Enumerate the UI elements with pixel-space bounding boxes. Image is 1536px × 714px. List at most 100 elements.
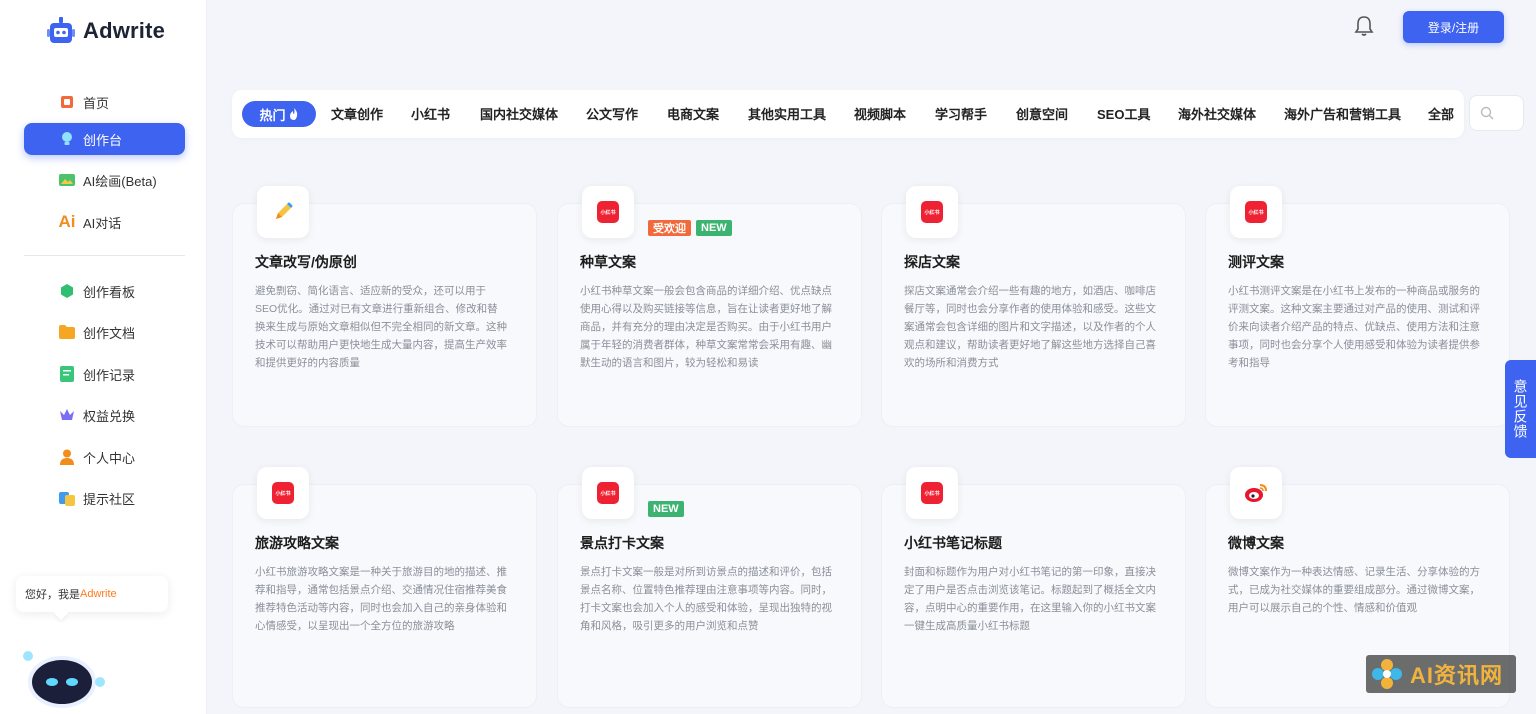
community-icon (59, 490, 75, 506)
ai-chat-icon: Ai (58, 212, 76, 231)
notification-bell-icon[interactable] (1352, 14, 1376, 38)
sidebar-item-creation[interactable]: 创作台 (24, 123, 185, 155)
card-title: 文章改写/伪原创 (255, 254, 357, 270)
card-travel-guide[interactable]: 小红书 旅游攻略文案 小红书旅游攻略文案是一种关于旅游目的地的描述、推荐和指导，… (232, 467, 537, 708)
sidebar-item-dashboard[interactable]: 创作看板 (24, 275, 185, 307)
new-badge: NEW (696, 220, 732, 236)
new-badge: NEW (648, 501, 684, 517)
app-name: Adwrite (83, 18, 166, 43)
xiaohongshu-icon: 小红书 (906, 186, 958, 238)
card-description: 避免剽窃、简化语言、适应新的受众，还可以用于SEO优化。通过对已有文章进行重新组… (255, 285, 507, 369)
card-title: 微博文案 (1228, 535, 1284, 551)
sidebar-item-label: AI对话 (83, 215, 122, 231)
pen-icon (257, 186, 309, 238)
sidebar-item-ai-chat[interactable]: Ai AI对话 (24, 206, 185, 238)
sidebar-item-rewards[interactable]: 权益兑换 (24, 399, 185, 431)
card-title: 种草文案 (580, 254, 636, 270)
tab-overseas-ads[interactable]: 海外广告和营销工具 (1284, 104, 1401, 123)
sidebar-item-label: 创作文档 (83, 325, 136, 341)
sidebar-item-ai-drawing[interactable]: AI绘画(Beta) (24, 164, 185, 196)
bulb-icon (59, 131, 75, 147)
tab-xiaohongshu[interactable]: 小红书 (411, 104, 450, 123)
tab-hot[interactable]: 热门 (242, 101, 316, 127)
dashboard-icon (59, 283, 75, 299)
card-title: 测评文案 (1228, 254, 1284, 270)
sidebar-divider (24, 255, 185, 256)
folder-icon (59, 324, 75, 340)
sidebar-item-label: 创作看板 (83, 284, 136, 300)
card-article-rewrite[interactable]: 文章改写/伪原创 避免剽窃、简化语言、适应新的受众，还可以用于SEO优化。通过对… (232, 186, 537, 427)
xiaohongshu-icon: 小红书 (582, 186, 634, 238)
card-description: 小红书旅游攻略文案是一种关于旅游目的地的描述、推荐和指导，通常包括景点介绍、交通… (255, 566, 507, 632)
card-title: 探店文案 (904, 254, 960, 270)
tab-all[interactable]: 全部 (1428, 104, 1454, 123)
card-description: 小红书种草文案一般会包含商品的详细介绍、优点缺点使用心得以及购买链接等信息，旨在… (580, 285, 832, 369)
card-seeding-copy[interactable]: 小红书 受欢迎 NEW 种草文案 小红书种草文案一般会包含商品的详细介绍、优点缺… (557, 186, 862, 427)
tab-label: 热门 (259, 107, 286, 123)
card-badges: NEW (648, 501, 684, 517)
crown-icon (59, 407, 75, 423)
sidebar-item-home[interactable]: 首页 (24, 86, 185, 118)
watermark-text: AI资讯网 (1410, 663, 1504, 688)
sidebar-item-profile[interactable]: 个人中心 (24, 441, 185, 473)
tab-creative-space[interactable]: 创意空间 (1016, 104, 1068, 123)
sidebar-item-community[interactable]: 提示社区 (24, 482, 185, 514)
card-description: 微博文案作为一种表达情感、记录生活、分享体验的方式，已成为社交媒体的重要组成部分… (1228, 566, 1480, 614)
card-description: 探店文案通常会介绍一些有趣的地方，如酒店、咖啡店餐厅等，同时也会分享作者的使用体… (904, 285, 1156, 369)
record-icon (59, 366, 75, 382)
sidebar-item-label: 创作记录 (83, 367, 136, 383)
card-title: 景点打卡文案 (580, 535, 664, 551)
feedback-button[interactable]: 意见反馈 (1505, 360, 1536, 458)
card-badges: 受欢迎 NEW (648, 220, 732, 236)
xiaohongshu-icon: 小红书 (1230, 186, 1282, 238)
tab-article-writing[interactable]: 文章创作 (331, 104, 383, 123)
xiaohongshu-icon: 小红书 (257, 467, 309, 519)
sidebar-item-label: 个人中心 (83, 450, 136, 466)
image-icon (59, 172, 75, 188)
user-icon (59, 449, 75, 465)
card-attraction-checkin[interactable]: 小红书 NEW 景点打卡文案 景点打卡文案一般是对所到访景点的描述和评价，包括景… (557, 467, 862, 708)
card-description: 封面和标题作为用户对小红书笔记的第一印象，直接决定了用户是否点击浏览该笔记。标题… (904, 566, 1156, 632)
tab-study-helper[interactable]: 学习帮手 (935, 104, 987, 123)
tab-official-writing[interactable]: 公文写作 (586, 104, 638, 123)
sidebar-item-label: 首页 (83, 95, 110, 111)
tab-video-script[interactable]: 视频脚本 (854, 104, 906, 123)
tab-overseas-social[interactable]: 海外社交媒体 (1178, 104, 1256, 123)
flower-logo-icon (1372, 659, 1402, 689)
card-description: 小红书测评文案是在小红书上发布的一种商品或服务的评测文案。这种文案主要通过对产品… (1228, 285, 1480, 369)
assistant-greeting: 您好，我是 Adwrite (16, 576, 168, 612)
sidebar-item-label: 权益兑换 (83, 408, 136, 424)
greeting-prefix: 您好，我是 (25, 589, 80, 601)
greeting-brand: Adwrite (80, 588, 117, 600)
robot-logo-icon (47, 17, 75, 43)
tab-utility-tools[interactable]: 其他实用工具 (748, 104, 826, 123)
xiaohongshu-icon: 小红书 (906, 467, 958, 519)
card-title: 旅游攻略文案 (255, 535, 339, 551)
flame-icon (289, 108, 297, 120)
tab-domestic-social[interactable]: 国内社交媒体 (480, 104, 558, 123)
sidebar-item-label: 提示社区 (83, 491, 136, 507)
category-tabs: 热门 文章创作 小红书 国内社交媒体 公文写作 电商文案 其他实用工具 视频脚本… (232, 90, 1464, 138)
search-icon (1480, 106, 1494, 120)
xiaohongshu-icon: 小红书 (582, 467, 634, 519)
watermark: AI资讯网 (1366, 655, 1516, 693)
card-title: 小红书笔记标题 (904, 535, 1002, 551)
app-logo[interactable]: Adwrite (47, 15, 165, 47)
login-register-button[interactable]: 登录/注册 (1403, 11, 1504, 43)
sidebar-item-label: AI绘画(Beta) (83, 173, 157, 189)
sidebar: Adwrite 首页 创作台 AI绘画(Beta) Ai AI对话 创作看板 创… (0, 0, 207, 714)
tab-seo-tools[interactable]: SEO工具 (1097, 104, 1150, 123)
sidebar-item-records[interactable]: 创作记录 (24, 358, 185, 390)
robot-assistant-icon[interactable] (16, 644, 106, 714)
sidebar-item-documents[interactable]: 创作文档 (24, 316, 185, 348)
popular-badge: 受欢迎 (648, 220, 691, 236)
sidebar-item-label: 创作台 (83, 132, 123, 148)
search-input[interactable] (1469, 95, 1524, 131)
tab-ecommerce[interactable]: 电商文案 (667, 104, 719, 123)
card-store-visit[interactable]: 小红书 探店文案 探店文案通常会介绍一些有趣的地方，如酒店、咖啡店餐厅等，同时也… (881, 186, 1186, 427)
card-description: 景点打卡文案一般是对所到访景点的描述和评价，包括景点名称、位置特色推荐理由注意事… (580, 566, 832, 632)
weibo-icon (1230, 467, 1282, 519)
card-note-title[interactable]: 小红书 小红书笔记标题 封面和标题作为用户对小红书笔记的第一印象，直接决定了用户… (881, 467, 1186, 708)
home-icon (59, 94, 75, 110)
card-review-copy[interactable]: 小红书 测评文案 小红书测评文案是在小红书上发布的一种商品或服务的评测文案。这种… (1205, 186, 1510, 427)
